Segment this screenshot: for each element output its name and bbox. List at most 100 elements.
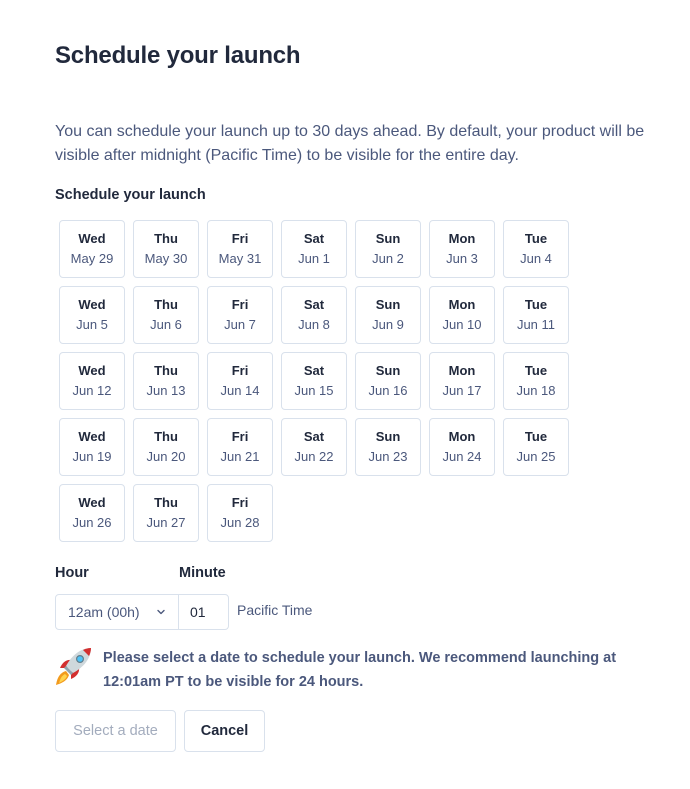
date-option-weekday: Wed	[78, 363, 106, 378]
date-option-date: May 30	[144, 251, 188, 266]
date-option-weekday: Tue	[524, 231, 548, 246]
date-option-weekday: Fri	[231, 231, 249, 246]
date-option[interactable]: Mon Jun 24	[429, 418, 495, 476]
schedule-section-label: Schedule your launch	[55, 187, 206, 203]
date-option-weekday: Thu	[154, 363, 178, 378]
date-option[interactable]: Fri May 31	[207, 220, 273, 278]
date-option-weekday: Mon	[448, 363, 476, 378]
date-option-weekday: Mon	[448, 429, 476, 444]
date-option-date: Jun 17	[442, 383, 482, 398]
date-option-weekday: Fri	[231, 429, 249, 444]
date-option-date: Jun 2	[372, 251, 404, 266]
date-option-weekday: Wed	[78, 495, 106, 510]
dialog-intro: You can schedule your launch up to 30 da…	[55, 123, 645, 164]
date-grid: Wed May 29 Thu May 30 Fri May 31 Sat Jun 1 Sun Ju…	[59, 220, 569, 542]
date-option-weekday: Sun	[375, 429, 401, 444]
date-option-weekday: Sun	[375, 231, 401, 246]
date-option-date: Jun 24	[442, 449, 482, 464]
date-option-date: Jun 22	[294, 449, 334, 464]
date-option[interactable]: Thu Jun 13	[133, 352, 199, 410]
date-option-weekday: Fri	[231, 297, 249, 312]
date-option[interactable]: Fri Jun 7	[207, 286, 273, 344]
date-option-date: Jun 28	[220, 515, 260, 530]
date-option-date: May 31	[218, 251, 262, 266]
date-option[interactable]: Fri Jun 14	[207, 352, 273, 410]
date-option[interactable]: Fri Jun 21	[207, 418, 273, 476]
date-option-date: May 29	[70, 251, 114, 266]
date-option[interactable]: Sun Jun 16	[355, 352, 421, 410]
date-option[interactable]: Wed May 29	[59, 220, 125, 278]
date-option-date: Jun 11	[516, 317, 556, 332]
date-option[interactable]: Thu May 30	[133, 220, 199, 278]
date-option-weekday: Wed	[78, 429, 106, 444]
date-option-date: Jun 15	[294, 383, 334, 398]
cancel-button[interactable]: Cancel	[184, 710, 265, 752]
date-option[interactable]: Tue Jun 4	[503, 220, 569, 278]
date-option[interactable]: Mon Jun 17	[429, 352, 495, 410]
date-option[interactable]: Mon Jun 3	[429, 220, 495, 278]
schedule-launch-dialog: Schedule your launch You can schedule yo…	[0, 0, 690, 789]
date-option-weekday: Sat	[303, 429, 325, 444]
date-option-weekday: Mon	[448, 297, 476, 312]
date-option[interactable]: Sun Jun 9	[355, 286, 421, 344]
date-option[interactable]: Tue Jun 18	[503, 352, 569, 410]
date-option-date: Jun 9	[372, 317, 404, 332]
date-option-date: Jun 12	[72, 383, 112, 398]
date-option-weekday: Fri	[231, 495, 249, 510]
date-option-date: Jun 27	[146, 515, 186, 530]
date-option-weekday: Thu	[154, 429, 178, 444]
date-option-weekday: Sat	[303, 297, 325, 312]
date-option[interactable]: Sat Jun 1	[281, 220, 347, 278]
date-option[interactable]: Sun Jun 2	[355, 220, 421, 278]
date-option-date: Jun 25	[516, 449, 556, 464]
date-option-weekday: Sun	[375, 297, 401, 312]
date-option-date: Jun 23	[368, 449, 408, 464]
date-option[interactable]: Sat Jun 22	[281, 418, 347, 476]
date-option-date: Jun 18	[516, 383, 556, 398]
date-option[interactable]: Wed Jun 12	[59, 352, 125, 410]
date-option[interactable]: Thu Jun 20	[133, 418, 199, 476]
date-option[interactable]: Wed Jun 5	[59, 286, 125, 344]
hour-select-value: 12am (00h)	[68, 604, 140, 620]
date-option-date: Jun 4	[520, 251, 552, 266]
select-date-button[interactable]: Select a date	[55, 710, 176, 752]
date-option[interactable]: Wed Jun 19	[59, 418, 125, 476]
date-option[interactable]: Tue Jun 11	[503, 286, 569, 344]
date-option-date: Jun 1	[298, 251, 330, 266]
date-option-date: Jun 26	[72, 515, 112, 530]
date-option[interactable]: Wed Jun 26	[59, 484, 125, 542]
date-option-date: Jun 16	[368, 383, 408, 398]
date-option-weekday: Fri	[231, 363, 249, 378]
date-option-date: Jun 5	[76, 317, 108, 332]
date-option-date: Jun 7	[224, 317, 256, 332]
date-option-weekday: Wed	[78, 231, 106, 246]
date-option[interactable]: Sat Jun 8	[281, 286, 347, 344]
date-option-date: Jun 19	[72, 449, 112, 464]
date-option[interactable]: Tue Jun 25	[503, 418, 569, 476]
minute-input[interactable]	[178, 594, 229, 630]
date-option-weekday: Tue	[524, 297, 548, 312]
date-option-date: Jun 21	[220, 449, 260, 464]
date-option-weekday: Sat	[303, 231, 325, 246]
date-option-weekday: Thu	[154, 495, 178, 510]
date-option-date: Jun 10	[442, 317, 482, 332]
hour-select[interactable]: 12am (00h)	[55, 594, 179, 630]
date-option[interactable]: Sun Jun 23	[355, 418, 421, 476]
date-option[interactable]: Fri Jun 28	[207, 484, 273, 542]
date-option[interactable]: Sat Jun 15	[281, 352, 347, 410]
dialog-title: Schedule your launch	[55, 42, 301, 69]
date-option[interactable]: Thu Jun 27	[133, 484, 199, 542]
chevron-down-icon	[157, 609, 165, 615]
date-option-date: Jun 3	[446, 251, 478, 266]
date-option-date: Jun 20	[146, 449, 186, 464]
date-option-weekday: Mon	[448, 231, 476, 246]
date-option[interactable]: Thu Jun 6	[133, 286, 199, 344]
timezone-label: Pacific Time	[237, 602, 313, 618]
date-option-weekday: Thu	[154, 297, 178, 312]
date-option-weekday: Wed	[78, 297, 106, 312]
date-option-weekday: Sun	[375, 363, 401, 378]
date-option-date: Jun 14	[220, 383, 260, 398]
date-option-weekday: Tue	[524, 363, 548, 378]
date-option-date: Jun 8	[298, 317, 330, 332]
date-option[interactable]: Mon Jun 10	[429, 286, 495, 344]
